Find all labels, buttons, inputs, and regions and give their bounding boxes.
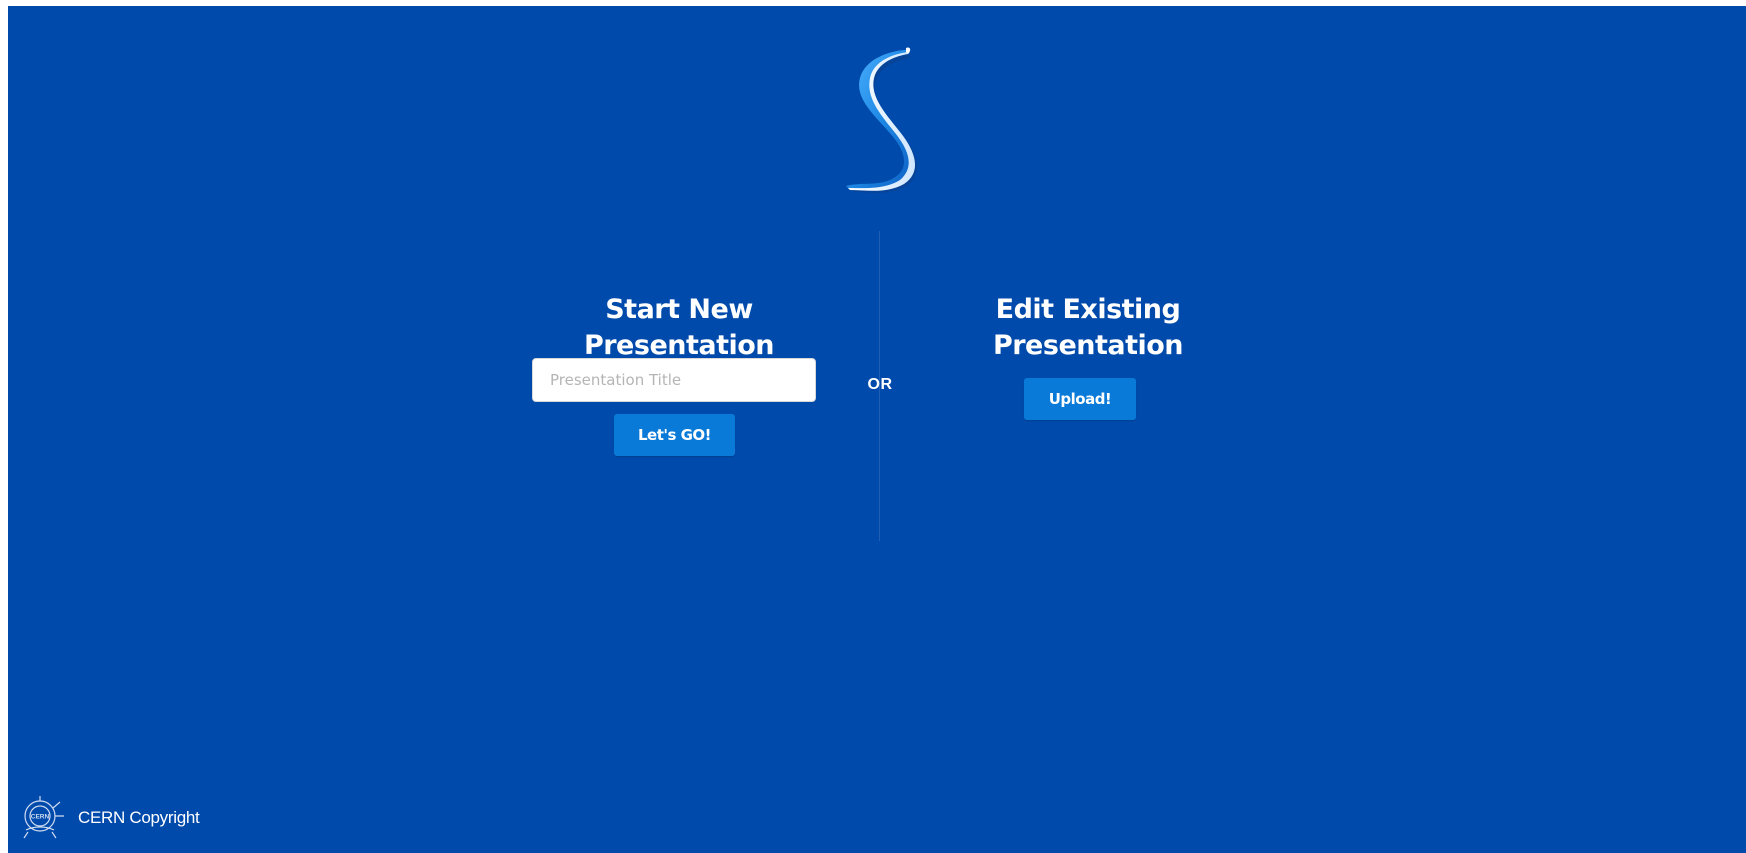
cern-logo-icon: CERN xyxy=(23,796,64,839)
lets-go-button[interactable]: Let's GO! xyxy=(614,414,735,456)
footer: CERN CERN Copyright xyxy=(20,794,200,842)
svg-text:CERN: CERN xyxy=(31,814,50,821)
landing-page: Start New Presentation Let's GO! OR Edit… xyxy=(8,6,1746,853)
upload-button[interactable]: Upload! xyxy=(1024,378,1136,420)
s-ribbon-logo-icon xyxy=(846,47,918,193)
copyright-text: CERN Copyright xyxy=(78,808,200,827)
or-separator-label: OR xyxy=(867,376,893,393)
presentation-title-input[interactable] xyxy=(532,358,816,402)
edit-existing-presentation-heading: Edit Existing Presentation xyxy=(992,294,1184,361)
start-new-presentation-heading: Start New Presentation xyxy=(583,294,775,361)
